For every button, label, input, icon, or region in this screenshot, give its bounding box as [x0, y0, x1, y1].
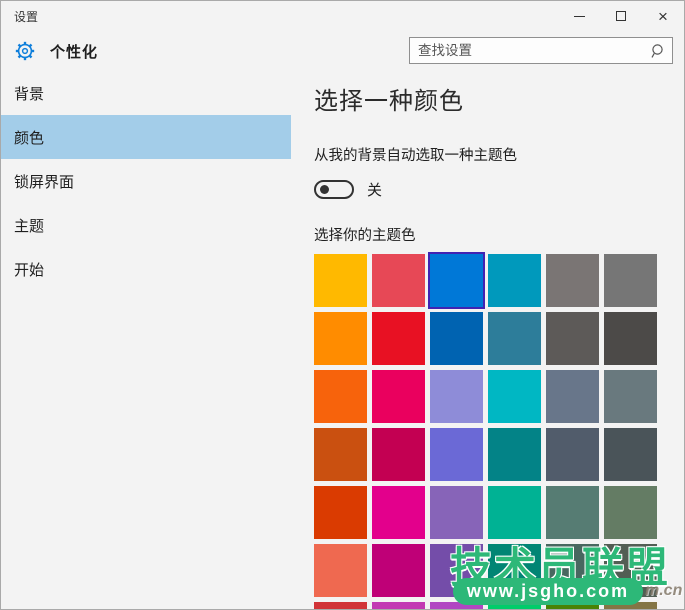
accent-swatch-22[interactable]	[488, 428, 541, 481]
accent-swatch-21[interactable]	[430, 428, 483, 481]
page-title: 选择一种颜色	[314, 81, 684, 116]
maximize-icon	[616, 11, 626, 21]
close-button[interactable]: ×	[642, 1, 684, 31]
sidebar-item-5[interactable]: 开始	[1, 247, 291, 291]
accent-swatch-23[interactable]	[546, 428, 599, 481]
watermark-url-badge: www.jsgho.com	[453, 578, 643, 605]
accent-swatch-37[interactable]	[314, 602, 367, 610]
accent-swatch-15[interactable]	[430, 370, 483, 423]
accent-color-label: 选择你的主题色	[314, 224, 684, 245]
accent-swatch-16[interactable]	[488, 370, 541, 423]
maximize-button[interactable]	[600, 1, 642, 31]
sidebar-item-2[interactable]: 颜色	[1, 115, 291, 159]
header: 个性化	[1, 31, 684, 71]
accent-swatch-18[interactable]	[604, 370, 657, 423]
sidebar-item-1[interactable]: 背景	[1, 71, 291, 115]
sidebar-item-4[interactable]: 主题	[1, 203, 291, 247]
sidebar-item-3[interactable]: 锁屏界面	[1, 159, 291, 203]
accent-swatch-6[interactable]	[604, 254, 657, 307]
accent-swatch-32[interactable]	[372, 544, 425, 597]
search-icon	[649, 43, 665, 59]
accent-swatch-11[interactable]	[546, 312, 599, 365]
accent-swatch-13[interactable]	[314, 370, 367, 423]
toggle-row: 关	[314, 178, 684, 200]
window-controls: ×	[558, 1, 684, 31]
accent-swatch-24[interactable]	[604, 428, 657, 481]
close-icon: ×	[658, 8, 668, 25]
minimize-button[interactable]	[558, 1, 600, 31]
accent-swatch-26[interactable]	[372, 486, 425, 539]
accent-swatch-38[interactable]	[372, 602, 425, 610]
accent-swatch-30[interactable]	[604, 486, 657, 539]
window-title: 设置	[1, 8, 38, 25]
accent-swatch-9[interactable]	[430, 312, 483, 365]
accent-swatch-4[interactable]	[488, 254, 541, 307]
accent-swatch-3[interactable]	[430, 254, 483, 307]
accent-swatch-8[interactable]	[372, 312, 425, 365]
accent-swatch-14[interactable]	[372, 370, 425, 423]
page-section-title: 个性化	[50, 41, 98, 62]
settings-window: 设置 ×	[0, 0, 685, 610]
accent-swatch-25[interactable]	[314, 486, 367, 539]
watermark-extra-text: m.cn	[645, 582, 682, 600]
accent-swatch-5[interactable]	[546, 254, 599, 307]
accent-swatch-29[interactable]	[546, 486, 599, 539]
accent-swatch-17[interactable]	[546, 370, 599, 423]
accent-swatch-20[interactable]	[372, 428, 425, 481]
settings-gear-icon	[14, 40, 36, 62]
titlebar: 设置 ×	[1, 1, 684, 31]
accent-swatch-19[interactable]	[314, 428, 367, 481]
window-body: 背景颜色锁屏界面主题开始 选择一种颜色 从我的背景自动选取一种主题色 关 选择你…	[1, 71, 684, 610]
search-box	[409, 37, 673, 64]
accent-swatch-28[interactable]	[488, 486, 541, 539]
accent-swatch-12[interactable]	[604, 312, 657, 365]
sidebar: 背景颜色锁屏界面主题开始	[1, 71, 291, 610]
auto-color-toggle[interactable]	[314, 180, 354, 199]
accent-swatch-2[interactable]	[372, 254, 425, 307]
accent-swatch-27[interactable]	[430, 486, 483, 539]
minimize-icon	[574, 16, 585, 17]
toggle-knob	[320, 185, 329, 194]
accent-swatch-31[interactable]	[314, 544, 367, 597]
toggle-state-label: 关	[367, 179, 382, 200]
accent-swatch-7[interactable]	[314, 312, 367, 365]
search-input[interactable]	[410, 43, 649, 58]
accent-swatch-1[interactable]	[314, 254, 367, 307]
auto-pick-label: 从我的背景自动选取一种主题色	[314, 144, 684, 165]
accent-swatch-10[interactable]	[488, 312, 541, 365]
main-content: 选择一种颜色 从我的背景自动选取一种主题色 关 选择你的主题色	[291, 71, 684, 610]
